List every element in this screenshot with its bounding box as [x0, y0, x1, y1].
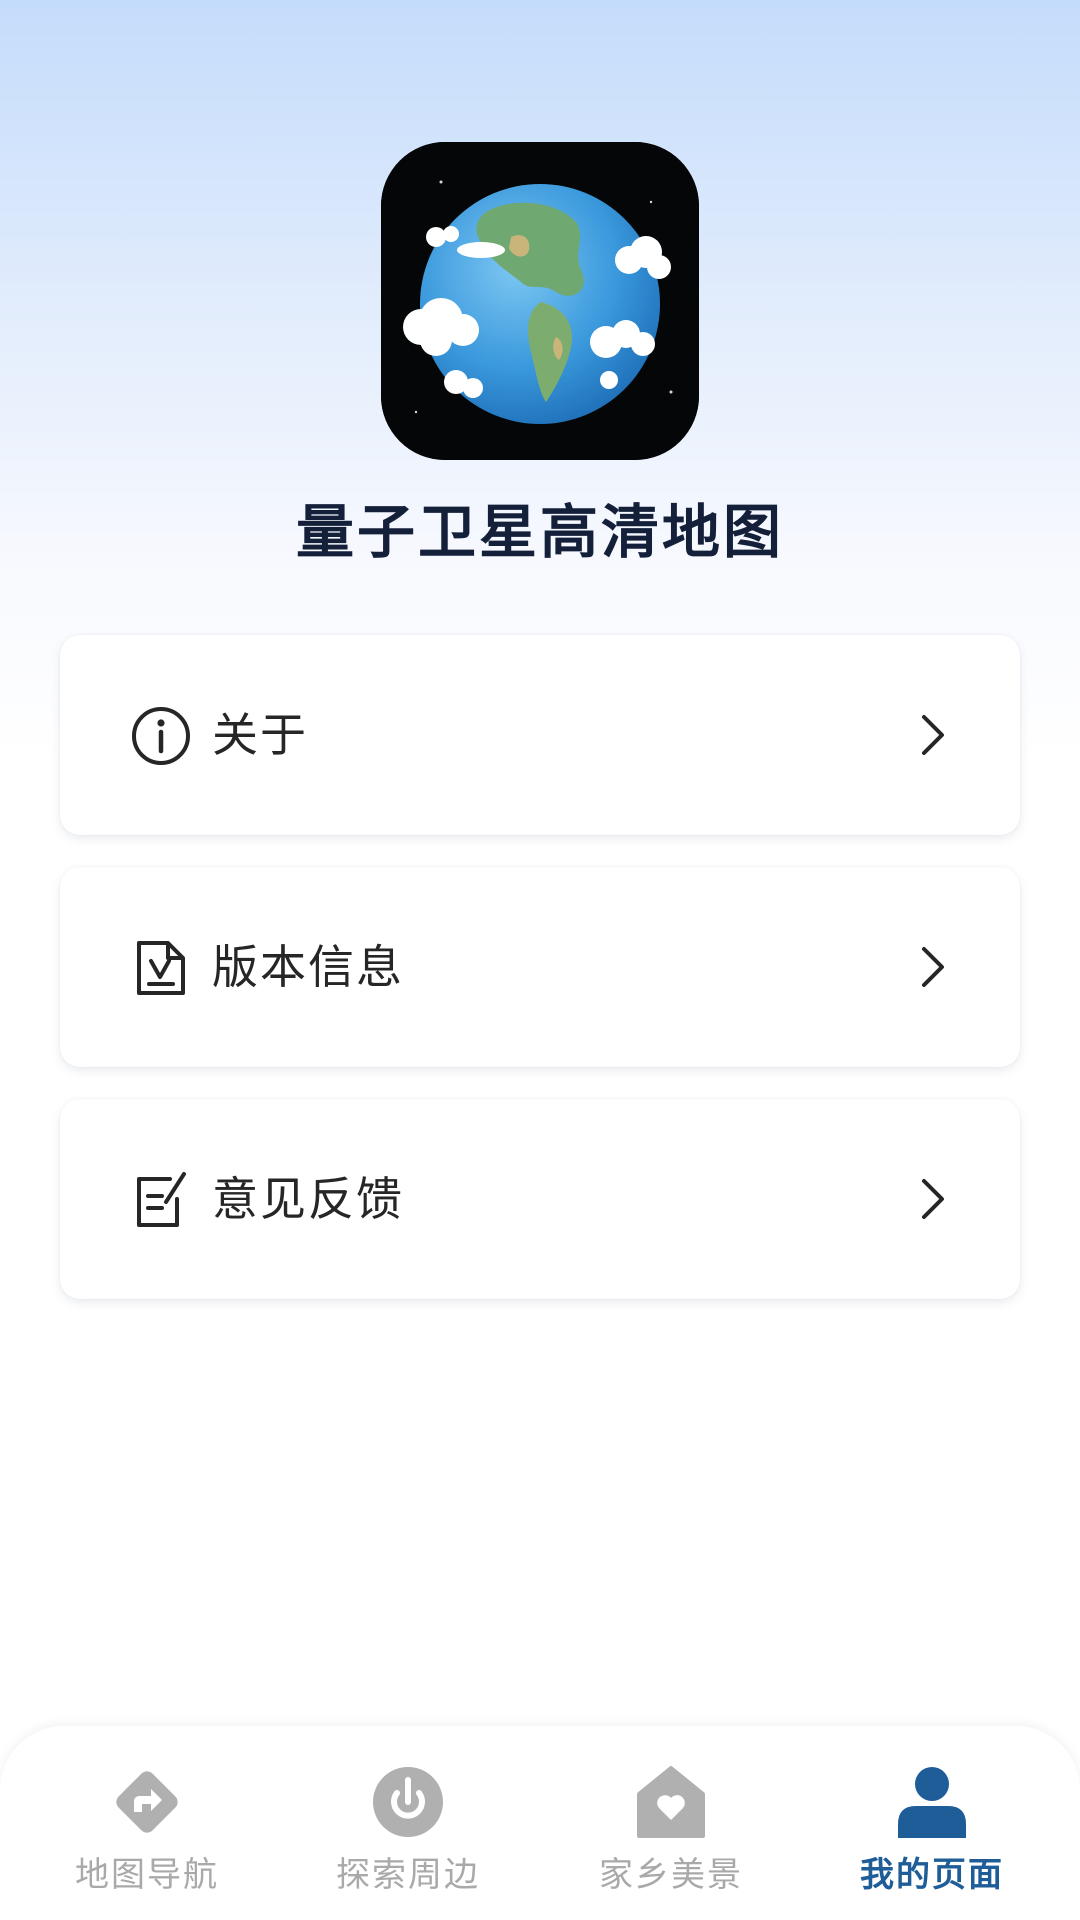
- menu-item-about-label: 关于: [212, 708, 308, 762]
- tab-hometown-scenery-label: 家乡美景: [599, 1855, 743, 1895]
- chevron-right-icon: [908, 711, 956, 759]
- chevron-right-icon: [908, 943, 956, 991]
- earth-globe-icon: [381, 142, 699, 460]
- chevron-right-icon: [908, 1175, 956, 1223]
- menu-item-feedback-label: 意见反馈: [212, 1172, 404, 1226]
- navigation-arrow-icon: [107, 1762, 187, 1842]
- menu-item-about[interactable]: 关于: [60, 635, 1020, 835]
- info-circle-icon: [130, 705, 192, 767]
- home-heart-icon: [631, 1762, 711, 1842]
- menu-item-feedback[interactable]: 意见反馈: [60, 1099, 1020, 1299]
- tab-explore-nearby[interactable]: 探索周边: [273, 1726, 543, 1920]
- tab-map-navigation[interactable]: 地图导航: [12, 1726, 282, 1920]
- menu-item-version-info[interactable]: 版本信息: [60, 867, 1020, 1067]
- app-logo: [381, 142, 699, 460]
- app-title: 量子卫星高清地图: [295, 498, 784, 566]
- person-icon: [892, 1762, 972, 1842]
- menu-item-version-info-label: 版本信息: [212, 940, 404, 994]
- feedback-edit-icon: [130, 1169, 192, 1231]
- tab-explore-nearby-label: 探索周边: [336, 1855, 480, 1895]
- compass-icon: [368, 1762, 448, 1842]
- tab-hometown-scenery[interactable]: 家乡美景: [536, 1726, 806, 1920]
- document-version-icon: [130, 937, 192, 999]
- tab-my-page-label: 我的页面: [860, 1855, 1004, 1895]
- bottom-tab-bar: 地图导航 探索周边 家乡美景 我的页面: [0, 1726, 1080, 1920]
- tab-map-navigation-label: 地图导航: [75, 1855, 219, 1895]
- tab-my-page[interactable]: 我的页面: [797, 1726, 1067, 1920]
